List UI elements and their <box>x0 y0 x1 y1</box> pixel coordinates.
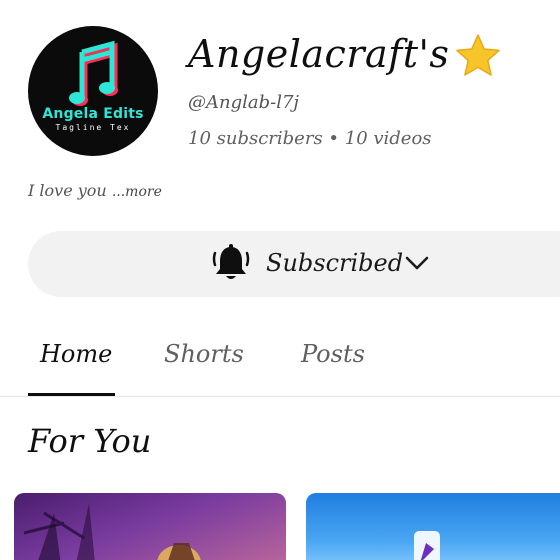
tab-divider <box>0 396 560 397</box>
description-text: I love you <box>28 181 107 200</box>
channel-name: Angelacraft's <box>188 32 450 76</box>
subscribed-label: Subscribed <box>266 249 404 277</box>
channel-handle: @Anglab-l7j <box>188 92 299 113</box>
music-note-icon <box>69 40 118 106</box>
tab-home[interactable]: Home <box>40 340 112 368</box>
channel-description[interactable]: I love you ...more <box>28 181 162 200</box>
star-icon <box>456 34 500 76</box>
avatar-tagline-text: Tagline Tex <box>55 123 131 132</box>
avatar-brand-text: Angela Edits <box>42 106 144 122</box>
thumbnail-art <box>23 503 201 560</box>
video-thumbnail[interactable] <box>306 493 560 560</box>
channel-avatar[interactable]: Angela Edits Tagline Tex <box>28 26 158 156</box>
bell-icon <box>212 244 250 279</box>
tab-shorts[interactable]: Shorts <box>164 340 244 368</box>
more-link[interactable]: ...more <box>112 184 162 200</box>
tab-posts[interactable]: Posts <box>301 340 365 368</box>
video-thumbnail[interactable] <box>14 493 286 560</box>
thumbnail-art <box>414 531 440 560</box>
channel-stats: 10 subscribers • 10 videos <box>188 128 432 149</box>
section-title: For You <box>28 422 152 460</box>
chevron-down-icon <box>405 256 429 270</box>
